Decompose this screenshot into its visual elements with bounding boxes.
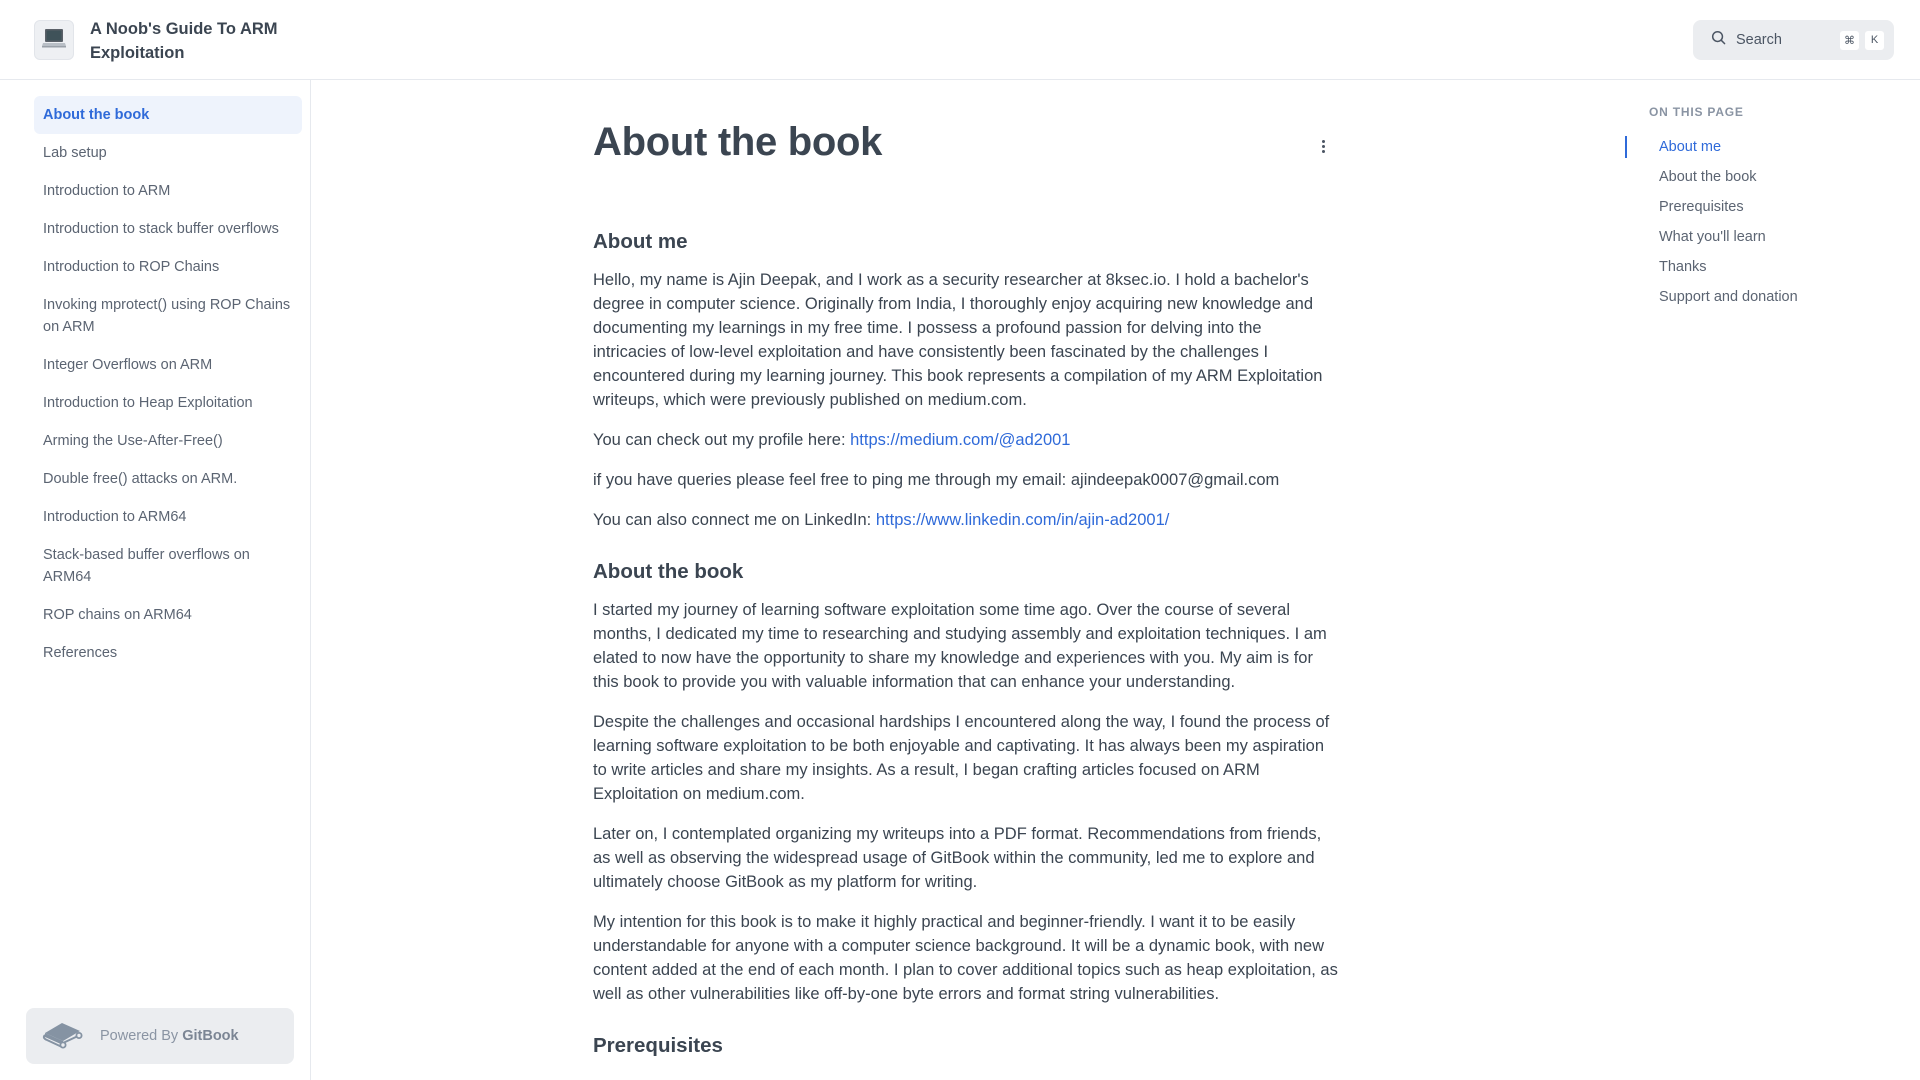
heading-about-me[interactable]: About me bbox=[593, 228, 1338, 256]
linkedin-prefix: You can also connect me on LinkedIn: bbox=[593, 511, 876, 529]
sidebar-item-lab-setup[interactable]: Lab setup bbox=[34, 134, 302, 172]
toc-item-about-me[interactable]: About me bbox=[1625, 132, 1885, 162]
sidebar-item-integer-overflows[interactable]: Integer Overflows on ARM bbox=[34, 346, 302, 384]
about-me-intro: Hello, my name is Ajin Deepak, and I wor… bbox=[593, 271, 1323, 409]
powered-by-gitbook-link[interactable]: Powered By GitBook bbox=[26, 1008, 294, 1064]
powered-by-prefix: Powered By bbox=[100, 1028, 183, 1044]
about-book-paragraph: Later on, I contemplated organizing my w… bbox=[593, 825, 1322, 891]
about-book-paragraph: My intention for this book is to make it… bbox=[593, 913, 1338, 1003]
search-icon bbox=[1711, 30, 1726, 50]
toc-item-thanks[interactable]: Thanks bbox=[1625, 252, 1885, 282]
about-book-paragraph: I started my journey of learning softwar… bbox=[593, 601, 1327, 691]
heading-about-the-book[interactable]: About the book bbox=[593, 558, 1338, 586]
profile-paragraph: You can check out my profile here: https… bbox=[593, 428, 1338, 452]
toc-list: About me About the book Prerequisites Wh… bbox=[1625, 132, 1885, 312]
sidebar-item-heap-exploitation[interactable]: Introduction to Heap Exploitation bbox=[34, 384, 302, 422]
page-actions-menu-button[interactable] bbox=[1313, 134, 1333, 158]
linkedin-link[interactable]: https://www.linkedin.com/in/ajin-ad2001/ bbox=[876, 511, 1170, 529]
top-header: A Noob's Guide To ARM Exploitation Searc… bbox=[0, 0, 1920, 80]
sidebar-item-introduction-to-arm[interactable]: Introduction to ARM bbox=[34, 172, 302, 210]
toc-item-support-and-donation[interactable]: Support and donation bbox=[1625, 282, 1885, 312]
page-title: About the book bbox=[593, 120, 883, 164]
more-vertical-icon-dot bbox=[1321, 139, 1325, 143]
email-paragraph: if you have queries please feel free to … bbox=[593, 471, 1280, 489]
sidebar-item-references[interactable]: References bbox=[34, 634, 302, 672]
sidebar-item-mprotect-rop[interactable]: Invoking mprotect() using ROP Chains on … bbox=[34, 286, 302, 346]
sidebar-item-double-free[interactable]: Double free() attacks on ARM. bbox=[34, 460, 302, 498]
toc-item-about-the-book[interactable]: About the book bbox=[1625, 162, 1885, 192]
site-logo[interactable] bbox=[34, 20, 74, 60]
laptop-icon bbox=[41, 27, 67, 54]
gitbook-logo-icon bbox=[42, 1019, 84, 1054]
heading-prerequisites[interactable]: Prerequisites bbox=[593, 1032, 1338, 1060]
sidebar-item-rop-chains[interactable]: Introduction to ROP Chains bbox=[34, 248, 302, 286]
profile-prefix: You can check out my profile here: bbox=[593, 431, 851, 449]
article-body: About me Hello, my name is Ajin Deepak, … bbox=[593, 228, 1338, 1072]
powered-by-label: Powered By GitBook bbox=[100, 1028, 239, 1044]
more-vertical-icon-dot bbox=[1321, 144, 1325, 148]
sidebar: About the book Lab setup Introduction to… bbox=[0, 80, 311, 1080]
search-label: Search bbox=[1736, 32, 1782, 48]
toc-item-what-youll-learn[interactable]: What you'll learn bbox=[1625, 222, 1885, 252]
sidebar-item-introduction-to-arm64[interactable]: Introduction to ARM64 bbox=[34, 498, 302, 536]
k-key: K bbox=[1865, 30, 1884, 50]
site-title[interactable]: A Noob's Guide To ARM Exploitation bbox=[90, 17, 310, 65]
linkedin-paragraph: You can also connect me on LinkedIn: htt… bbox=[593, 508, 1338, 532]
powered-by-brand: GitBook bbox=[182, 1028, 239, 1044]
toc-item-prerequisites[interactable]: Prerequisites bbox=[1625, 192, 1885, 222]
sidebar-item-stack-buffer-overflows[interactable]: Introduction to stack buffer overflows bbox=[34, 210, 302, 248]
sidebar-item-use-after-free[interactable]: Arming the Use-After-Free() bbox=[34, 422, 302, 460]
command-key-icon: ⌘ bbox=[1840, 30, 1859, 50]
sidebar-item-stack-overflows-arm64[interactable]: Stack-based buffer overflows on ARM64 bbox=[34, 536, 302, 596]
toc-title: ON THIS PAGE bbox=[1649, 105, 1744, 119]
sidebar-nav: About the book Lab setup Introduction to… bbox=[34, 96, 302, 672]
about-book-paragraph: Despite the challenges and occasional ha… bbox=[593, 713, 1330, 803]
sidebar-item-rop-chains-arm64[interactable]: ROP chains on ARM64 bbox=[34, 596, 302, 634]
search-button[interactable]: Search ⌘ K bbox=[1693, 20, 1894, 60]
more-vertical-icon-dot bbox=[1321, 149, 1325, 153]
medium-profile-link[interactable]: https://medium.com/@ad2001 bbox=[850, 431, 1070, 449]
sidebar-item-about-the-book[interactable]: About the book bbox=[34, 96, 302, 134]
